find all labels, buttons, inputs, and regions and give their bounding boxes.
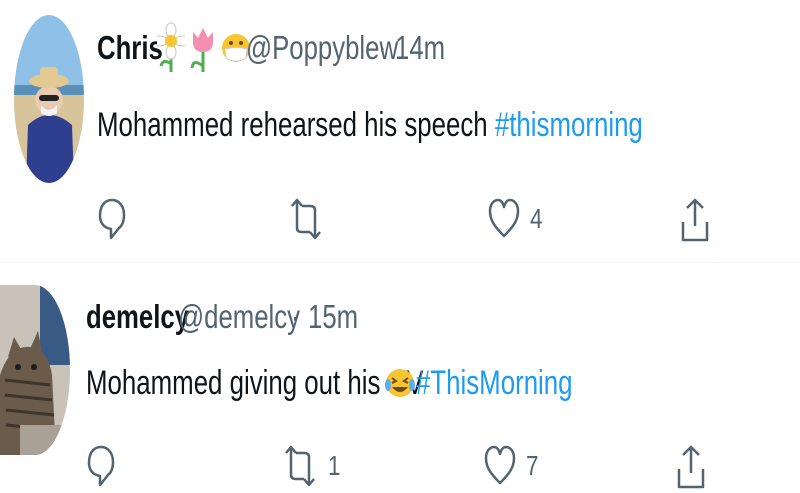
like-count: 7	[526, 450, 539, 481]
separator-dot: ·	[291, 298, 300, 335]
timestamp[interactable]: 15m	[308, 298, 358, 336]
avatar-cat-image	[0, 285, 70, 455]
reply-icon	[87, 445, 115, 487]
reply-button[interactable]	[97, 196, 127, 242]
hashtag-link[interactable]: #thismorning	[495, 106, 643, 144]
user-handle[interactable]: @demelcy	[178, 298, 300, 336]
retweet-count: 1	[328, 450, 341, 481]
like-icon	[484, 445, 516, 485]
avatar-beach-image	[14, 15, 84, 183]
laughing-emoji	[385, 369, 415, 397]
avatar-demelcy[interactable]	[0, 285, 70, 455]
retweet-icon	[285, 445, 315, 487]
tweet-body-hashtag: #ThisMorning	[416, 355, 622, 411]
tweet-meta-time: · 15m	[291, 291, 372, 343]
like-button[interactable]: 4	[488, 196, 546, 242]
daisy-emoji	[157, 22, 185, 72]
user-handle[interactable]: @Poppyblew	[246, 29, 398, 67]
name-emojis	[157, 20, 251, 76]
retweet-icon	[291, 198, 321, 240]
retweet-button[interactable]	[288, 196, 324, 242]
share-icon	[681, 198, 709, 242]
like-button[interactable]: 7	[484, 443, 542, 489]
share-button[interactable]	[680, 196, 710, 246]
tweet-text: Mohammed rehearsed his speech #thismorni…	[97, 105, 643, 144]
reply-icon	[98, 198, 126, 240]
hashtag-link[interactable]: #ThisMorning	[416, 364, 573, 403]
tweet-meta-time: · 14m	[378, 22, 459, 74]
tweet-body-emoji	[384, 355, 416, 411]
timestamp[interactable]: 14m	[395, 29, 445, 67]
share-icon	[677, 445, 705, 489]
tweet-2[interactable]: demelcy @demelcy · 15m Mohammed giving o…	[0, 263, 800, 489]
retweet-button[interactable]: 1	[282, 443, 344, 489]
display-name[interactable]: Chris	[97, 29, 163, 67]
display-name[interactable]: demelcy	[86, 298, 189, 336]
tulip-emoji	[190, 28, 213, 72]
reply-button[interactable]	[86, 443, 116, 489]
avatar-chris[interactable]	[14, 15, 84, 183]
like-count: 4	[530, 203, 543, 234]
share-button[interactable]	[676, 443, 706, 493]
tweet-body: Mohammed rehearsed his speech #thismorni…	[97, 98, 800, 152]
like-icon	[488, 198, 520, 238]
tweet-1[interactable]: Chris @Poppyblew · 14m Mohammed rehearse…	[0, 0, 800, 260]
separator-dot: ·	[378, 29, 387, 66]
tweet-text: Mohammed giving out his CV	[86, 363, 424, 402]
